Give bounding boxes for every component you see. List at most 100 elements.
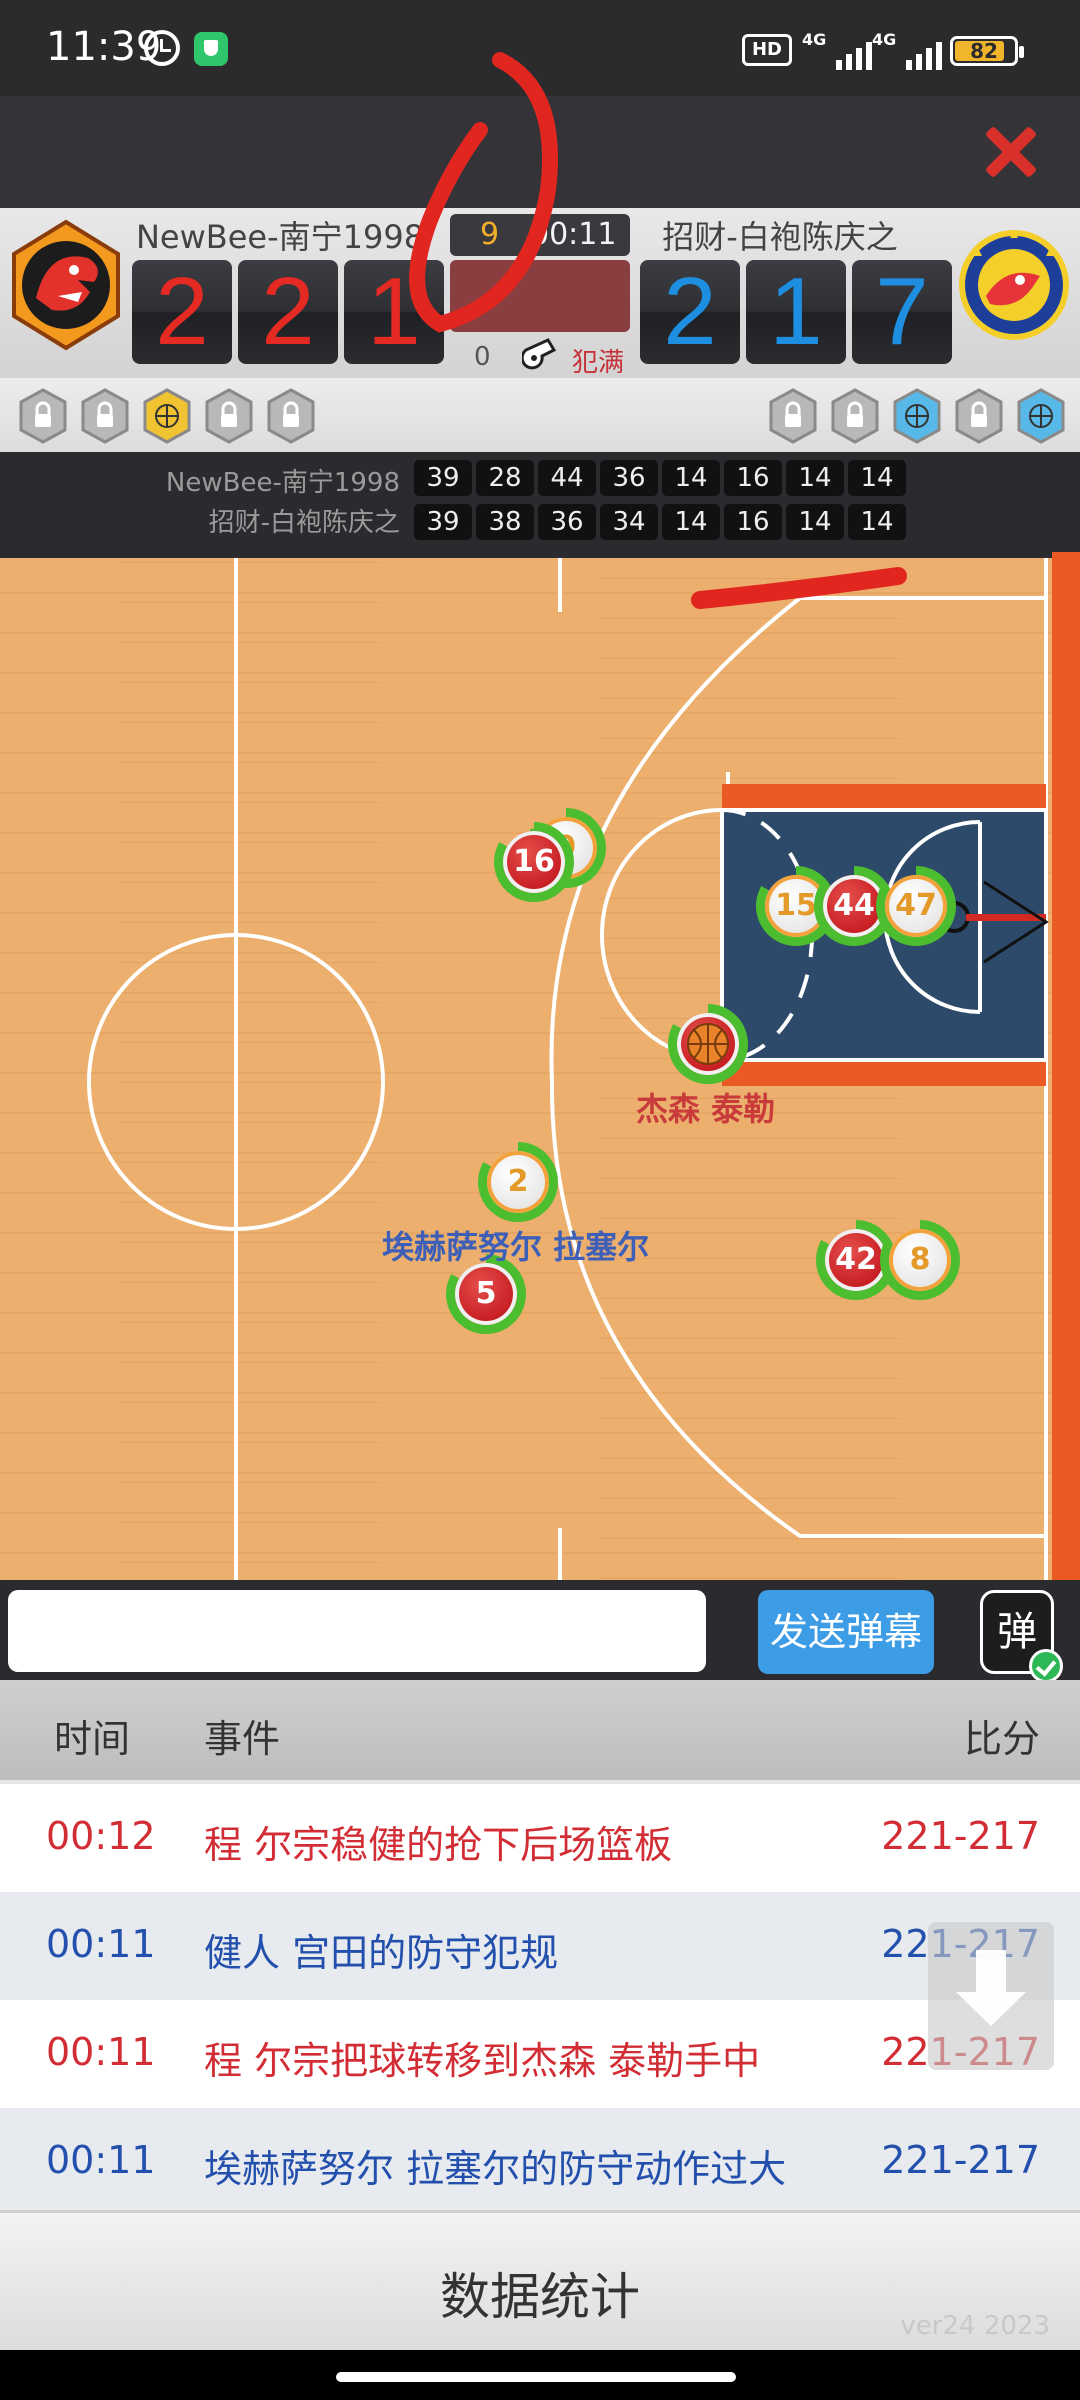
event-row: 00:11 埃赫萨努尔 拉塞尔的防守动作过大 221-217 xyxy=(0,2108,1080,2216)
player-token[interactable]: 16 xyxy=(494,822,574,902)
scoreboard: NewBee-南宁1998 招财-白袍陈庆之 2 2 1 9 00:11 0 犯… xyxy=(0,208,1080,378)
player-number: 47 xyxy=(885,875,947,937)
player-token[interactable]: 47 xyxy=(876,866,956,946)
version-watermark: ver24 2023 xyxy=(900,2311,1050,2341)
fouls-full-label: 犯满 xyxy=(572,348,625,378)
lock-icon[interactable] xyxy=(830,388,880,444)
check-icon xyxy=(1029,1649,1063,1683)
away-team-name: 招财-白袍陈庆之 xyxy=(662,218,898,256)
event-time: 00:11 xyxy=(46,1922,156,1966)
quarter-score-cell: 38 xyxy=(476,504,534,540)
away-score-digit: 2 xyxy=(640,260,740,364)
status-bar: 11:39 HD 4G 4G 82 xyxy=(0,0,1080,96)
top-bar xyxy=(0,96,1080,208)
quarter-score-cell: 28 xyxy=(476,460,534,496)
basketball-icon xyxy=(687,1023,729,1065)
player-number: 42 xyxy=(825,1229,887,1291)
event-text: 程 尔宗稳健的抢下后场篮板 xyxy=(204,1823,673,1867)
team-fouls: 0 xyxy=(474,342,491,372)
event-row: 00:12 程 尔宗稳健的抢下后场篮板 221-217 xyxy=(0,1784,1080,1892)
player-token-with-ball[interactable] xyxy=(668,1004,748,1084)
lock-icon[interactable] xyxy=(954,388,1004,444)
player-number: 2 xyxy=(487,1151,549,1213)
close-icon[interactable] xyxy=(976,116,1046,186)
quarter-score-cell: 39 xyxy=(414,504,472,540)
message-panel xyxy=(450,260,630,332)
quarter-number: 9 xyxy=(480,217,500,252)
quarter-score-cell: 34 xyxy=(600,504,658,540)
lock-icon[interactable] xyxy=(80,388,130,444)
stats-button[interactable]: 数据统计 ver24 2023 xyxy=(0,2210,1080,2350)
event-score: 221-217 xyxy=(881,1814,1040,1858)
header-event: 事件 xyxy=(204,1717,281,1761)
danmaku-toggle-button[interactable]: 弹 xyxy=(980,1590,1063,1683)
event-log: 时间 事件 比分 00:12 程 尔宗稳健的抢下后场篮板 221-217 00:… xyxy=(0,1680,1080,2216)
quarter-home-team: NewBee-南宁1998 xyxy=(165,468,400,498)
quarter-score-cell: 39 xyxy=(414,460,472,496)
alarm-icon xyxy=(144,30,180,66)
event-row: 00:11 程 尔宗把球转移到杰森 泰勒手中 221-217 xyxy=(0,2000,1080,2108)
event-time: 00:11 xyxy=(46,2030,156,2074)
shield-app-icon xyxy=(194,32,228,66)
home-score-digit: 1 xyxy=(344,260,444,364)
skill-icon[interactable] xyxy=(892,388,942,444)
event-score: 221-217 xyxy=(881,2138,1040,2182)
lock-icon[interactable] xyxy=(266,388,316,444)
scroll-down-icon[interactable] xyxy=(928,1922,1054,2070)
basketball-court xyxy=(0,552,1080,1580)
signal-icon: 4G xyxy=(872,30,942,70)
quarter-score-cell: 44 xyxy=(538,460,596,496)
quarter-score-cell: 16 xyxy=(724,460,782,496)
signal-icon: 4G xyxy=(802,30,872,70)
battery-icon: 82 xyxy=(950,36,1024,66)
event-log-header: 时间 事件 比分 xyxy=(0,1680,1080,1780)
quarter-score-cell: 14 xyxy=(786,504,844,540)
whistle-icon xyxy=(520,336,558,370)
event-text: 程 尔宗把球转移到杰森 泰勒手中 xyxy=(204,2039,761,2083)
ball-handler-name: 杰森 泰勒 xyxy=(636,1090,776,1128)
skill-icon[interactable] xyxy=(142,388,192,444)
clock-time: 00:11 xyxy=(530,217,617,252)
home-score-digit: 2 xyxy=(238,260,338,364)
away-team-logo xyxy=(956,218,1072,352)
home-gesture-handle[interactable] xyxy=(336,2372,736,2382)
quarter-score-cell: 14 xyxy=(662,504,720,540)
hd-badge: HD xyxy=(742,34,792,66)
quarter-score-cell: 14 xyxy=(848,504,906,540)
event-row: 00:11 健人 宫田的防守犯规 221-217 xyxy=(0,1892,1080,2000)
navigation-bar xyxy=(0,2350,1080,2400)
quarter-score-cell: 14 xyxy=(786,460,844,496)
skill-icon[interactable] xyxy=(1016,388,1066,444)
header-time: 时间 xyxy=(54,1717,131,1761)
quarter-away-team: 招财-白袍陈庆之 xyxy=(208,508,400,538)
danmaku-bar: 发送弹幕 弹 xyxy=(0,1584,1080,1683)
game-clock: 9 00:11 xyxy=(450,214,630,256)
quarter-score-cell: 14 xyxy=(848,460,906,496)
quarter-score-cell: 36 xyxy=(600,460,658,496)
away-score-digit: 1 xyxy=(746,260,846,364)
skill-row xyxy=(0,378,1080,452)
defender-name: 埃赫萨努尔 拉塞尔 xyxy=(382,1228,650,1266)
quarter-score-cell: 36 xyxy=(538,504,596,540)
quarter-scores: NewBee-南宁1998 招财-白袍陈庆之 39 28 44 36 14 16 14 14 3… xyxy=(0,452,1080,544)
player-token[interactable]: 8 xyxy=(880,1220,960,1300)
event-time: 00:12 xyxy=(46,1814,156,1858)
event-text: 埃赫萨努尔 拉塞尔的防守动作过大 xyxy=(204,2147,787,2191)
event-text: 健人 宫田的防守犯规 xyxy=(204,1931,559,1975)
away-score-digit: 7 xyxy=(852,260,952,364)
lock-icon[interactable] xyxy=(204,388,254,444)
danmaku-input[interactable] xyxy=(8,1590,706,1672)
player-token[interactable]: 2 xyxy=(478,1142,558,1222)
header-score: 比分 xyxy=(963,1717,1040,1761)
player-number: 5 xyxy=(455,1263,517,1325)
lock-icon[interactable] xyxy=(18,388,68,444)
player-number: 8 xyxy=(889,1229,951,1291)
quarter-score-cell: 16 xyxy=(724,504,782,540)
quarter-score-cell: 14 xyxy=(662,460,720,496)
send-danmaku-button[interactable]: 发送弹幕 xyxy=(758,1590,934,1674)
lock-icon[interactable] xyxy=(768,388,818,444)
home-team-logo xyxy=(8,218,124,352)
player-number xyxy=(677,1013,739,1075)
home-team-name: NewBee-南宁1998 xyxy=(135,218,425,256)
home-score-digit: 2 xyxy=(132,260,232,364)
